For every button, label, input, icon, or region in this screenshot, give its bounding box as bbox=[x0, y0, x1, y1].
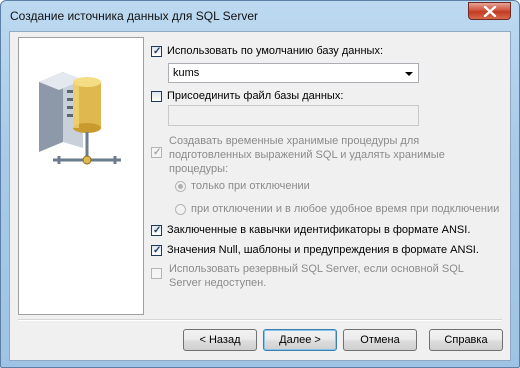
database-combobox[interactable]: kums bbox=[168, 63, 419, 83]
close-button[interactable] bbox=[468, 2, 511, 20]
failover-line2: Server недоступен. bbox=[169, 277, 267, 289]
attach-file-path-field bbox=[168, 105, 419, 126]
help-button[interactable]: Справка bbox=[429, 329, 503, 351]
server-database-icon bbox=[39, 72, 121, 165]
temp-procs-line3: процедуры: bbox=[169, 163, 229, 175]
ansi-quoted-label: Заключенные в кавычки идентификаторы в ф… bbox=[167, 224, 471, 236]
radio-anytime-row: при отключении и в любое удобное время п… bbox=[175, 201, 499, 217]
temp-procs-label: Создавать временные хранимые процедуры д… bbox=[169, 134, 445, 176]
title-bar[interactable]: Создание источника данных для SQL Server bbox=[1, 1, 519, 31]
ansi-nulls-checkbox[interactable]: ✓ bbox=[151, 244, 162, 256]
failover-label: Использовать резервный SQL Server, если … bbox=[169, 262, 464, 290]
radio-on-disconnect bbox=[175, 180, 186, 192]
next-button[interactable]: Далее > bbox=[263, 329, 337, 351]
radio-on-disconnect-row: только при отключении bbox=[175, 178, 310, 194]
attach-file-checkbox[interactable] bbox=[151, 90, 162, 102]
ansi-nulls-label: Значения Null, шаблоны и предупреждения … bbox=[167, 244, 479, 256]
failover-checkbox bbox=[151, 268, 162, 279]
temp-procs-checkbox: ✓ bbox=[151, 147, 162, 158]
ansi-quoted-checkbox[interactable]: ✓ bbox=[151, 224, 162, 236]
window-title: Создание источника данных для SQL Server bbox=[10, 9, 259, 23]
attach-file-row[interactable]: Присоединить файл базы данных: bbox=[151, 88, 343, 104]
use-default-db-row[interactable]: ✓ Использовать по умолчанию базу данных: bbox=[151, 43, 383, 59]
illustration-panel bbox=[18, 37, 144, 315]
cancel-button[interactable]: Отмена bbox=[343, 329, 417, 351]
back-button[interactable]: < Назад bbox=[183, 329, 257, 351]
radio-anytime-label: при отключении и в любое удобное время п… bbox=[191, 203, 500, 215]
temp-procs-line1: Создавать временные хранимые процедуры д… bbox=[169, 135, 420, 147]
ansi-quoted-row[interactable]: ✓ Заключенные в кавычки идентификаторы в… bbox=[151, 222, 470, 238]
temp-procs-line2: подготовленных выражений SQL и удалять х… bbox=[169, 149, 445, 161]
attach-file-label: Присоединить файл базы данных: bbox=[167, 90, 344, 102]
dialog-window: Создание источника данных для SQL Server bbox=[0, 0, 520, 368]
radio-anytime bbox=[175, 203, 186, 215]
chevron-down-icon[interactable] bbox=[405, 72, 413, 76]
use-default-db-checkbox[interactable]: ✓ bbox=[151, 45, 162, 57]
ansi-nulls-row[interactable]: ✓ Значения Null, шаблоны и предупреждени… bbox=[151, 242, 479, 258]
radio-on-disconnect-label: только при отключении bbox=[191, 180, 310, 192]
use-default-db-label: Использовать по умолчанию базу данных: bbox=[167, 45, 384, 57]
separator bbox=[18, 319, 502, 321]
database-combobox-value: kums bbox=[173, 67, 200, 79]
close-icon bbox=[483, 6, 497, 17]
failover-line1: Использовать резервный SQL Server, если … bbox=[169, 263, 464, 275]
